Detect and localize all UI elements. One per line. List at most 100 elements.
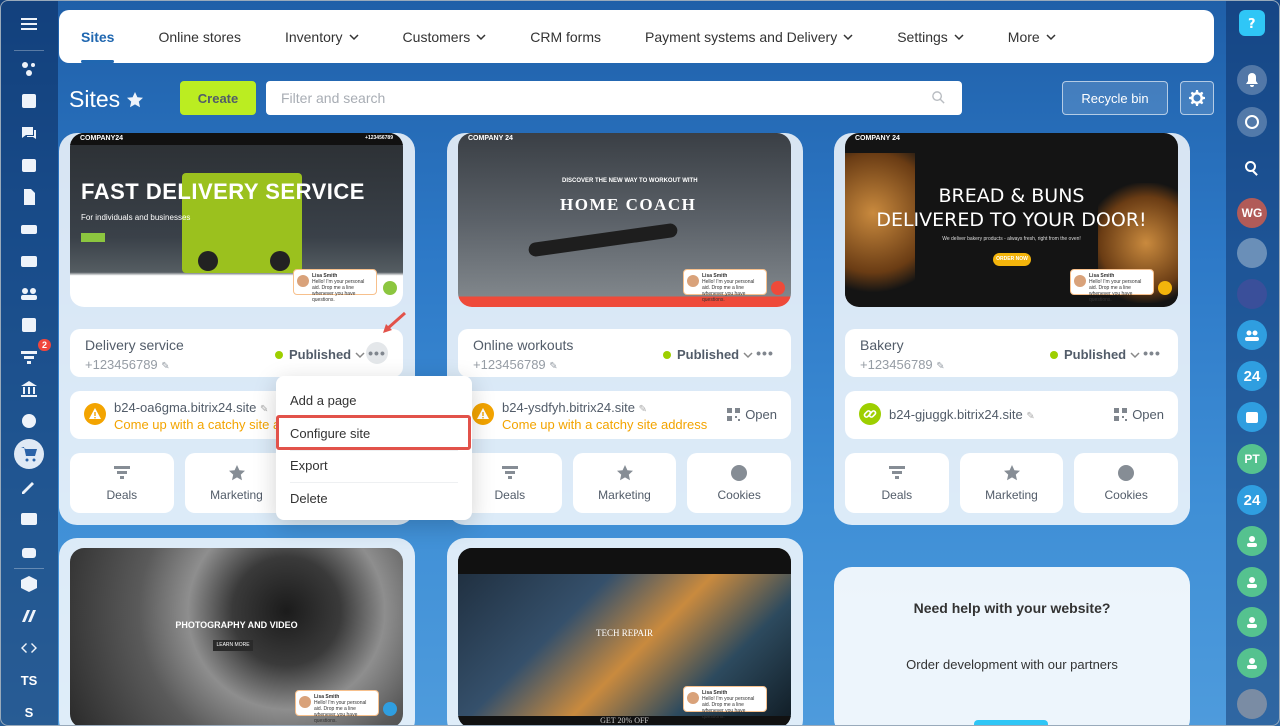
ts-item[interactable]: TS [13,666,45,694]
menu-item-delete[interactable]: Delete [276,482,472,514]
document-icon[interactable] [13,183,45,211]
pencil-icon[interactable]: ✎ [936,361,944,372]
feed-icon[interactable] [13,55,45,83]
tab-customers[interactable]: Customers [403,10,487,63]
domain-name[interactable]: b24-ysdfyh.bitrix24.site ✎ [502,400,647,415]
tasks-icon[interactable] [13,311,45,339]
search-icon[interactable] [1237,153,1267,183]
site-preview[interactable]: TECH REPAIR GET 20% OFF Lisa Smith Hello!… [458,548,791,726]
site-phone[interactable]: +123456789 ✎ [473,357,558,372]
sites-cart-icon[interactable] [14,439,44,469]
more-actions-button[interactable]: ••• [366,342,388,364]
site-phone[interactable]: +123456789 ✎ [85,357,170,372]
site-preview[interactable]: PHOTOGRAPHY AND VIDEO LEARN MORE Lisa Sm… [70,548,403,726]
tab-inventory[interactable]: Inventory [285,10,359,63]
pencil-icon[interactable]: ✎ [1026,411,1034,422]
pencil-icon[interactable]: ✎ [260,404,268,415]
avatar-user-3[interactable] [1237,689,1267,719]
settings-button[interactable] [1180,81,1214,115]
bank-icon[interactable] [13,375,45,403]
cookies-tile[interactable]: Cookies [1074,453,1179,513]
site-name: Delivery service [85,337,184,353]
chat-dot-icon [1158,281,1172,295]
marketing-tile[interactable]: Marketing [959,453,1064,513]
search-input[interactable]: Filter and search [266,81,962,115]
chat-icon[interactable] [13,119,45,147]
drive-icon[interactable] [13,215,45,243]
site-preview[interactable]: COMPANY24 +123456789 FAST DELIVERY SERVIC… [70,133,403,307]
preview-logo: COMPANY24 [80,135,124,142]
deals-tile[interactable]: Deals [458,453,562,513]
open-link[interactable]: Open [727,407,777,422]
b24-chat-2[interactable]: 24 [1237,485,1267,515]
tab-more[interactable]: More [1008,10,1056,63]
open-label: Open [1132,407,1164,422]
right-sidebar: ? WG 24 PT 24 [1226,0,1280,726]
marketing-tile[interactable]: Marketing [572,453,677,513]
bell-icon[interactable] [1237,65,1267,95]
s-item[interactable]: S [13,698,45,726]
calendar-chat-icon[interactable] [1237,402,1267,432]
user-chat-icon-3[interactable] [1237,607,1267,637]
more-actions-button[interactable]: ••• [754,342,776,364]
more-actions-button[interactable]: ••• [1141,342,1163,364]
avatar-wg[interactable]: WG [1237,198,1267,228]
mail-icon[interactable] [13,247,45,275]
create-button[interactable]: Create [180,81,256,115]
help-icon[interactable]: ? [1239,10,1265,36]
tile-label: Cookies [1104,488,1148,502]
sync-icon[interactable] [1237,107,1267,137]
tile-label: Marketing [210,488,263,502]
recycle-bin-button[interactable]: Recycle bin [1062,81,1168,115]
star-icon[interactable] [126,91,144,109]
sign-icon[interactable] [13,473,45,501]
robot-icon[interactable] [13,537,45,565]
b24-chat-1[interactable]: 24 [1237,361,1267,391]
tab-crm-forms[interactable]: CRM forms [530,10,601,63]
news-icon[interactable] [13,87,45,115]
contact-card-icon[interactable] [13,505,45,533]
truck-wheel [270,251,290,271]
box-icon[interactable] [13,570,45,598]
domain-name[interactable]: b24-oa6gma.bitrix24.site ✎ [114,400,268,415]
status-dropdown[interactable]: Published [1050,347,1140,362]
tab-sites[interactable]: Sites [81,10,115,63]
group-chat-icon[interactable] [1237,320,1267,350]
tab-payment-delivery[interactable]: Payment systems and Delivery [645,10,853,63]
deals-tile[interactable]: Deals [70,453,174,513]
preview-header: COMPANY24 +123456789 [70,133,403,145]
site-phone[interactable]: +123456789 ✎ [860,357,945,372]
tab-online-stores[interactable]: Online stores [158,10,240,63]
user-chat-icon-4[interactable] [1237,648,1267,678]
domain-name[interactable]: b24-gjuggk.bitrix24.site ✎ [889,407,1035,422]
groups-icon[interactable] [13,279,45,307]
marketing-tile[interactable]: Marketing [184,453,289,513]
avatar-pt[interactable]: PT [1237,444,1267,474]
pencil-icon[interactable]: ✎ [639,404,647,415]
site-preview[interactable]: COMPANY 24 BREAD & BUNS DELIVERED TO YOU… [845,133,1178,307]
crm-icon[interactable]: 2 [13,339,51,371]
status-dropdown[interactable]: Published [663,347,753,362]
site-preview[interactable]: COMPANY 24 DISCOVER THE NEW WAY TO WORKO… [458,133,791,307]
deals-tile[interactable]: Deals [845,453,949,513]
cookies-tile[interactable]: Cookies [687,453,792,513]
target-icon[interactable] [13,407,45,435]
status-dropdown[interactable]: Published [275,347,365,362]
avatar-user-2[interactable] [1237,279,1267,309]
menu-item-export[interactable]: Export [276,449,472,481]
user-chat-icon-1[interactable] [1237,526,1267,556]
chevron-down-icon [1130,351,1140,358]
open-link[interactable]: Open [1114,407,1164,422]
pencil-icon[interactable]: ✎ [161,361,169,372]
calendar-icon[interactable] [13,151,45,179]
menu-item-add-page[interactable]: Add a page [276,384,472,416]
help-button[interactable] [974,720,1048,726]
user-chat-icon-2[interactable] [1237,567,1267,597]
code-icon[interactable] [13,634,45,662]
menu-icon[interactable] [13,10,45,38]
market-icon[interactable] [13,602,45,630]
pencil-icon[interactable]: ✎ [549,361,557,372]
avatar-user-1[interactable] [1237,238,1267,268]
tab-settings[interactable]: Settings [897,10,964,63]
search-icon[interactable] [931,90,946,105]
